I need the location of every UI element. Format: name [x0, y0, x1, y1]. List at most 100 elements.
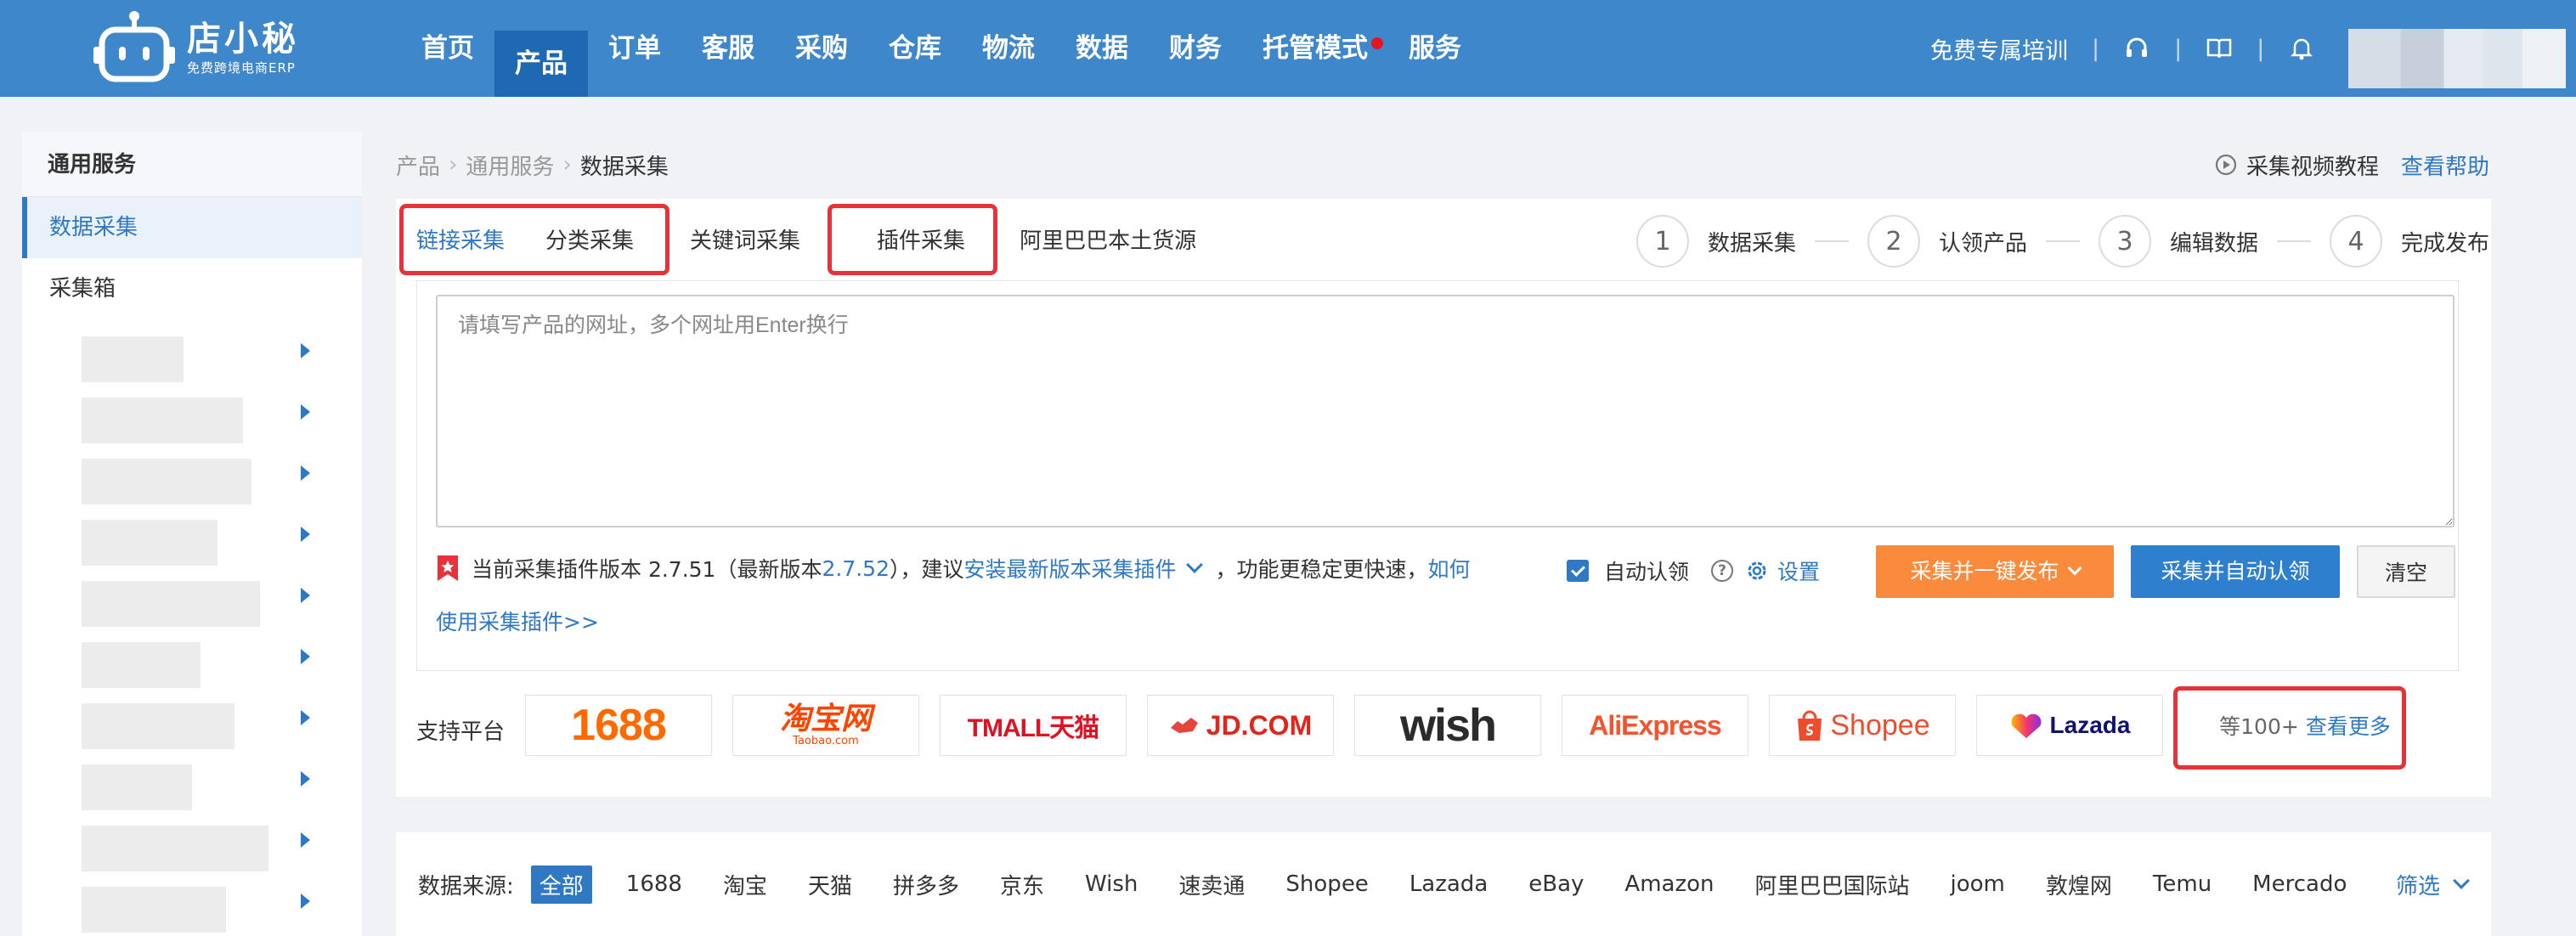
sidebar-item-data-collection[interactable]: 数据采集 [22, 197, 362, 258]
source-ebay[interactable]: eBay [1528, 871, 1584, 897]
blurred-menu-item[interactable] [59, 459, 314, 505]
platform-jd-logo[interactable]: JD.COM [1147, 695, 1334, 756]
chevron-right-icon[interactable] [301, 771, 310, 787]
source-pinduoduo[interactable]: 拼多多 [893, 869, 959, 900]
platform-1688-logo[interactable]: 1688 [525, 695, 712, 756]
breadcrumb-general-services[interactable]: 通用服务 [466, 149, 554, 181]
how-to-use-link[interactable]: 如何 [1428, 553, 1471, 584]
source-taobao[interactable]: 淘宝 [723, 869, 767, 900]
collection-tabs: 链接采集 分类采集 关键词采集 插件采集 阿里巴巴本土货源 [396, 199, 1217, 284]
blurred-menu-item[interactable] [59, 336, 314, 382]
source-1688[interactable]: 1688 [626, 871, 682, 897]
source-jd[interactable]: 京东 [1000, 869, 1044, 900]
nav-logistics[interactable]: 物流 [962, 0, 1055, 97]
nav-services[interactable]: 服务 [1388, 0, 1482, 97]
source-joom[interactable]: joom [1951, 871, 2005, 897]
blurred-menu-item[interactable] [59, 887, 314, 933]
breadcrumb-current: 数据采集 [579, 154, 669, 180]
user-avatar[interactable] [2348, 29, 2566, 88]
blurred-menu-item[interactable] [59, 520, 314, 566]
view-help-link[interactable]: 查看帮助 [2401, 149, 2489, 181]
brand-logo[interactable]: 店小秘 免费跨境电商ERP [93, 8, 299, 87]
how-to-use-link-2[interactable]: 使用采集插件>> [436, 610, 599, 634]
source-shopee[interactable]: Shopee [1285, 871, 1368, 897]
source-wish[interactable]: Wish [1085, 871, 1138, 897]
clear-button[interactable]: 清空 [2357, 545, 2455, 598]
platform-tmall-logo[interactable]: TMALL天猫 [940, 695, 1127, 756]
platform-lazada-logo[interactable]: Lazada [1976, 695, 2163, 756]
chevron-right-icon[interactable] [301, 832, 310, 848]
source-alibaba-international[interactable]: 阿里巴巴国际站 [1755, 869, 1910, 900]
source-lazada[interactable]: Lazada [1409, 871, 1488, 897]
latest-version-link[interactable]: 2.7.52 [822, 556, 890, 581]
source-dhgate[interactable]: 敦煌网 [2046, 869, 2112, 900]
step-number: 1 [1636, 215, 1689, 268]
source-mercado[interactable]: Mercado [2252, 871, 2347, 897]
blurred-menu-item[interactable] [59, 581, 314, 627]
tab-plugin-collection[interactable]: 插件采集 [856, 199, 986, 284]
product-url-input[interactable] [436, 295, 2455, 527]
collect-claim-button[interactable]: 采集并自动认领 [2131, 545, 2340, 598]
lazada-heart-icon [2011, 713, 2041, 738]
chevron-right-icon[interactable] [301, 527, 310, 542]
jd-dog-icon [1170, 718, 1198, 733]
chevron-right-icon[interactable] [301, 588, 310, 603]
step-number: 3 [2099, 215, 2152, 268]
gear-icon[interactable] [1745, 559, 1769, 583]
platform-taobao-logo[interactable]: 淘宝网 Taobao.com [732, 695, 919, 756]
nav-finance[interactable]: 财务 [1149, 0, 1242, 97]
divider: | [2257, 35, 2265, 62]
source-aliexpress[interactable]: 速卖通 [1178, 869, 1245, 900]
nav-data[interactable]: 数据 [1055, 0, 1149, 97]
tab-link-collection[interactable]: 链接采集 [396, 199, 525, 284]
platform-shopee-logo[interactable]: Shopee [1769, 695, 1956, 756]
notification-dot [1371, 37, 1383, 49]
tab-category-collection[interactable]: 分类采集 [525, 199, 654, 284]
nav-purchasing[interactable]: 采购 [775, 0, 868, 97]
question-icon[interactable]: ? [1711, 560, 1734, 582]
chevron-right-icon[interactable] [301, 649, 310, 664]
tab-keyword-collection[interactable]: 关键词采集 [669, 199, 821, 284]
nav-customer-service[interactable]: 客服 [681, 0, 775, 97]
headset-icon[interactable] [2123, 35, 2150, 62]
platform-wish-logo[interactable]: wish [1354, 695, 1541, 756]
blurred-menu-item[interactable] [59, 703, 314, 749]
source-tmall[interactable]: 天猫 [808, 869, 852, 900]
install-plugin-link[interactable]: 安装最新版本采集插件 [964, 553, 1177, 584]
view-more-platforms-link[interactable]: 查看更多 [2306, 710, 2391, 741]
blurred-menu-item[interactable] [59, 826, 314, 871]
nav-warehouse[interactable]: 仓库 [868, 0, 962, 97]
book-icon[interactable] [2206, 35, 2233, 62]
tab-alibaba-local-source[interactable]: 阿里巴巴本土货源 [999, 199, 1217, 284]
nav-home[interactable]: 首页 [401, 0, 494, 97]
collect-publish-button[interactable]: 采集并一键发布 [1876, 545, 2114, 598]
chevron-right-icon[interactable] [301, 404, 310, 420]
logo-taobao-text: 淘宝网 [779, 702, 872, 736]
free-training-link[interactable]: 免费专属培训 [1930, 32, 2068, 65]
blurred-menu-item[interactable] [59, 398, 314, 443]
blurred-menu-item[interactable] [59, 642, 314, 688]
source-all[interactable]: 全部 [530, 865, 592, 904]
nav-orders[interactable]: 订单 [588, 0, 681, 97]
chevron-right-icon[interactable] [301, 343, 310, 358]
sidebar-item-collection-box[interactable]: 采集箱 [22, 258, 362, 319]
breadcrumb-products[interactable]: 产品 [396, 149, 440, 181]
platform-aliexpress-logo[interactable]: AliExpress [1562, 695, 1748, 756]
nav-products[interactable]: 产品 [494, 31, 588, 97]
source-temu[interactable]: Temu [2153, 871, 2212, 897]
nav-managed-mode[interactable]: 托管模式 [1242, 0, 1388, 97]
bell-icon[interactable] [2288, 35, 2315, 62]
auto-claim-settings-link[interactable]: 设置 [1777, 555, 1820, 586]
chevron-right-icon[interactable] [301, 894, 310, 909]
blurred-menu-item[interactable] [59, 764, 314, 810]
chevron-right-icon[interactable] [301, 465, 310, 481]
chevron-down-icon[interactable] [1185, 556, 1203, 573]
video-tutorial-link[interactable]: 采集视频教程 [2214, 149, 2379, 181]
step-number: 4 [2330, 215, 2383, 268]
chevron-right-icon[interactable] [301, 710, 310, 725]
step-connector [2277, 240, 2312, 242]
nav-managed-mode-label: 托管模式 [1263, 33, 1368, 64]
filter-button[interactable]: 筛选 [2396, 865, 2483, 904]
auto-claim-checkbox[interactable] [1567, 560, 1589, 582]
source-amazon[interactable]: Amazon [1624, 871, 1714, 897]
